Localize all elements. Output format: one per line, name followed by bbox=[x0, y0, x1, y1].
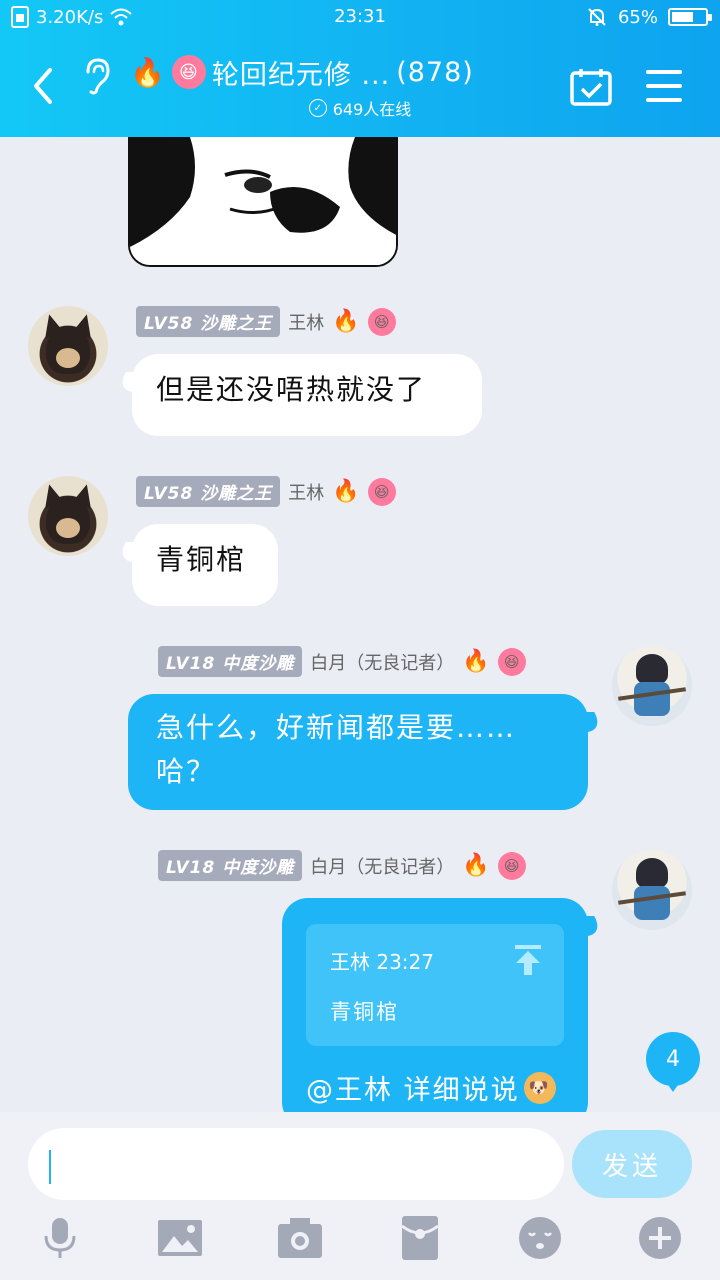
rank: 中度沙雕 bbox=[222, 654, 295, 674]
battery-level bbox=[672, 12, 693, 22]
microphone-icon[interactable] bbox=[38, 1216, 82, 1260]
level-badge: LV58 沙雕之王 bbox=[136, 306, 281, 337]
quote-text: 青铜棺 bbox=[330, 1000, 399, 1024]
sender-meta: LV18 中度沙雕 白月（无良记者） 🔥 😆 bbox=[158, 646, 526, 677]
plus-icon[interactable] bbox=[638, 1216, 682, 1260]
message-bubble[interactable]: 急什么，好新闻都是要…… 哈？ bbox=[128, 694, 588, 810]
rank: 中度沙雕 bbox=[222, 858, 295, 878]
jump-to-top-icon[interactable] bbox=[514, 944, 542, 976]
status-right: 65% bbox=[586, 6, 712, 28]
avatar-baiyue[interactable] bbox=[612, 646, 692, 726]
mute-bell-icon bbox=[588, 8, 606, 26]
text-caret bbox=[49, 1150, 51, 1184]
panda-meme-drawing bbox=[130, 137, 396, 265]
avatar-detail bbox=[634, 682, 670, 716]
online-count: 649人在线 bbox=[332, 100, 412, 119]
calendar-check-icon[interactable] bbox=[570, 68, 612, 106]
message-line: 哈？ bbox=[156, 755, 217, 788]
sender-name[interactable]: 王林 bbox=[288, 479, 324, 505]
level: LV58 bbox=[144, 314, 194, 334]
menu-line bbox=[646, 98, 682, 102]
group-title-row[interactable]: 🔥 😆 轮回纪元修 ... (878) bbox=[130, 52, 474, 92]
quote-sender: 王林 23:27 bbox=[330, 950, 434, 974]
fire-emoji-icon: 🔥 bbox=[332, 479, 360, 504]
quoted-message[interactable]: 王林 23:27 青铜棺 bbox=[306, 924, 564, 1046]
sender-name[interactable]: 王林 bbox=[288, 309, 324, 335]
level: LV18 bbox=[166, 858, 216, 878]
battery-icon bbox=[668, 8, 712, 26]
avatar-detail bbox=[56, 518, 80, 538]
sender-meta: LV58 沙雕之王 王林 🔥 😆 bbox=[136, 306, 396, 337]
menu-line bbox=[646, 70, 682, 74]
laughing-face-emoji-icon: 😆 bbox=[497, 851, 526, 880]
ear-icon[interactable] bbox=[80, 56, 114, 96]
avatar-detail bbox=[56, 348, 80, 368]
level: LV18 bbox=[166, 654, 216, 674]
doge-emoji-icon: 🐶 bbox=[523, 1071, 556, 1104]
fire-emoji-icon: 🔥 bbox=[462, 853, 490, 878]
avatar-baiyue[interactable] bbox=[612, 850, 692, 930]
avatar-detail bbox=[634, 886, 670, 920]
avatar-wanglin[interactable] bbox=[28, 306, 108, 386]
fire-emoji-icon: 🔥 bbox=[130, 55, 166, 89]
online-status: ✓ 649人在线 bbox=[0, 96, 720, 120]
online-check-icon: ✓ bbox=[308, 99, 327, 117]
level-badge: LV58 沙雕之王 bbox=[136, 476, 281, 507]
mention-text: @王林 详细说说 bbox=[306, 1075, 520, 1106]
fire-emoji-icon: 🔥 bbox=[332, 309, 360, 334]
red-packet-icon[interactable] bbox=[398, 1216, 442, 1260]
message-line: 急什么，好新闻都是要…… bbox=[156, 711, 517, 744]
mention-text-row: @王林 详细说说 🐶 bbox=[306, 1068, 556, 1107]
level-badge: LV18 中度沙雕 bbox=[158, 850, 303, 881]
message-input[interactable] bbox=[28, 1128, 564, 1200]
sender-name[interactable]: 白月（无良记者） bbox=[310, 649, 454, 675]
avatar-wanglin[interactable] bbox=[28, 476, 108, 556]
sender-name[interactable]: 白月（无良记者） bbox=[310, 853, 454, 879]
status-bar: 3.20K/s 23:31 65% bbox=[0, 0, 720, 36]
menu-icon[interactable] bbox=[646, 70, 682, 102]
menu-line bbox=[646, 84, 682, 88]
avatar-detail bbox=[636, 654, 668, 684]
avatar-detail bbox=[636, 858, 668, 888]
laughing-face-emoji-icon: 😆 bbox=[497, 647, 526, 676]
input-bar: 发送 bbox=[0, 1112, 720, 1280]
laughing-face-emoji-icon: 😆 bbox=[367, 477, 396, 506]
meme-sticker-image[interactable] bbox=[128, 137, 398, 267]
member-count: (878) bbox=[396, 56, 474, 88]
image-icon[interactable] bbox=[158, 1216, 202, 1260]
rank: 沙雕之王 bbox=[200, 314, 273, 334]
level-badge: LV18 中度沙雕 bbox=[158, 646, 303, 677]
fire-emoji-icon: 🔥 bbox=[462, 649, 490, 674]
level: LV58 bbox=[144, 484, 194, 504]
message-bubble[interactable]: 青铜棺 bbox=[132, 524, 278, 606]
unread-count-badge[interactable]: 4 bbox=[646, 1032, 700, 1092]
send-button[interactable]: 发送 bbox=[572, 1130, 692, 1198]
laughing-face-emoji-icon: 😆 bbox=[367, 307, 396, 336]
camera-icon[interactable] bbox=[278, 1216, 322, 1260]
chat-header: 3.20K/s 23:31 65% 🔥 😆 轮回纪元修 ... (878) ✓ … bbox=[0, 0, 720, 137]
input-toolbar bbox=[0, 1216, 720, 1266]
rank: 沙雕之王 bbox=[200, 484, 273, 504]
sender-meta: LV58 沙雕之王 王林 🔥 😆 bbox=[136, 476, 396, 507]
sender-meta: LV18 中度沙雕 白月（无良记者） 🔥 😆 bbox=[158, 850, 526, 881]
message-bubble[interactable]: 但是还没唔热就没了 bbox=[132, 354, 482, 436]
emoji-icon[interactable] bbox=[518, 1216, 562, 1260]
laughing-face-emoji-icon: 😆 bbox=[171, 55, 206, 89]
battery-percent: 65% bbox=[617, 6, 658, 28]
group-title: 轮回纪元修 ... bbox=[211, 59, 391, 91]
